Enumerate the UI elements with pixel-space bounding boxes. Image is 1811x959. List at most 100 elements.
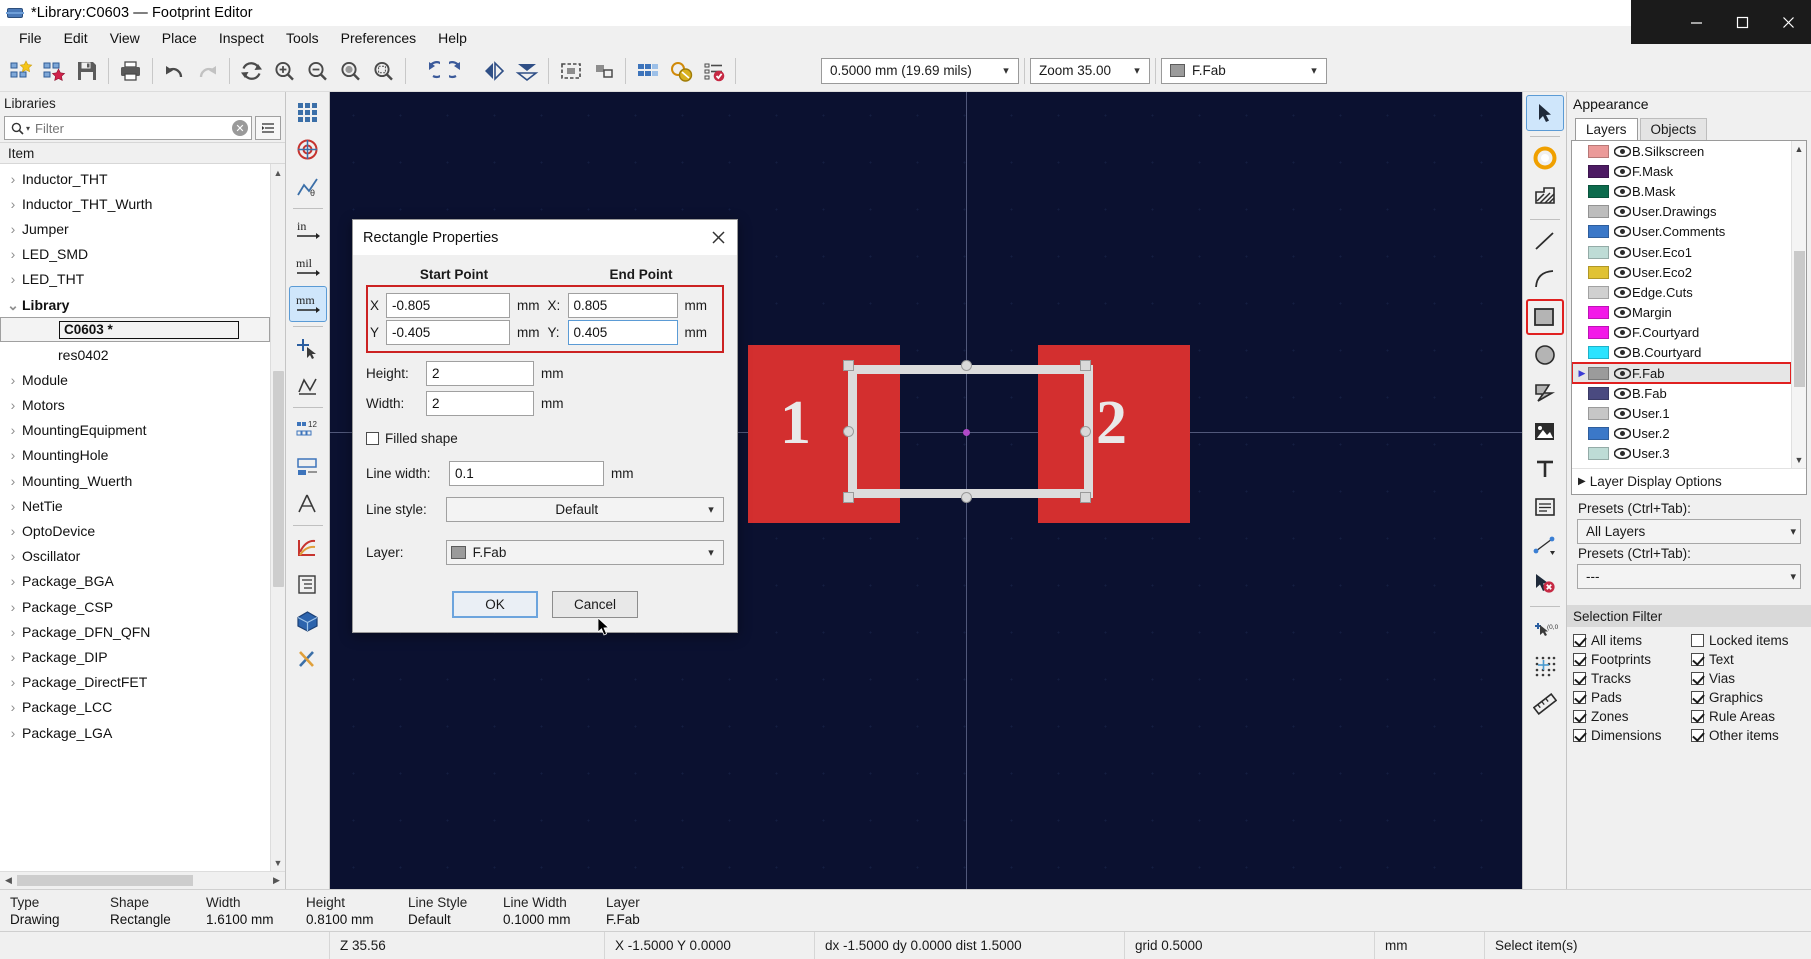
layer-color-swatch[interactable] bbox=[1588, 285, 1609, 299]
rotate-cw-icon[interactable] bbox=[444, 54, 477, 88]
footprint-tree-icon[interactable] bbox=[289, 566, 327, 602]
layer-row[interactable]: Margin bbox=[1572, 303, 1791, 323]
layer-color-swatch[interactable] bbox=[1588, 184, 1609, 198]
layers-scrollbar[interactable]: ▲ ▼ bbox=[1791, 141, 1806, 468]
selection-handle-mid-left[interactable] bbox=[843, 426, 854, 437]
redo-icon[interactable] bbox=[191, 54, 224, 88]
close-icon[interactable] bbox=[705, 225, 731, 251]
layer-row[interactable]: User.1 bbox=[1572, 403, 1791, 423]
selection-filter-item[interactable]: Vias bbox=[1691, 670, 1809, 687]
chevron-right-icon[interactable]: › bbox=[4, 221, 22, 237]
chevron-right-icon[interactable]: › bbox=[4, 171, 22, 187]
tree-item-group[interactable]: › NetTie bbox=[0, 493, 270, 518]
layer-visibility-eye-icon[interactable] bbox=[1612, 428, 1632, 440]
check-footprint-icon[interactable] bbox=[697, 54, 730, 88]
chevron-right-icon[interactable]: › bbox=[4, 372, 22, 388]
minimize-button[interactable] bbox=[1673, 0, 1719, 44]
layer-select[interactable]: F.Fab ▾ bbox=[445, 540, 724, 565]
end-x-input[interactable]: 0.805 bbox=[567, 293, 678, 318]
layer-color-swatch[interactable] bbox=[1588, 407, 1609, 421]
presets-select-2[interactable]: --- ▾ bbox=[1577, 564, 1801, 589]
tree-item-group[interactable]: › LED_SMD bbox=[0, 242, 270, 267]
libraries-tree[interactable]: › Inductor_THT › Inductor_THT_Wurth › Jumper ›… bbox=[0, 164, 270, 871]
graphic-outline-icon[interactable] bbox=[289, 529, 327, 565]
layer-row[interactable]: User.Drawings bbox=[1572, 202, 1791, 222]
grid-toggle-icon[interactable] bbox=[289, 94, 327, 130]
selection-filter-item[interactable]: Pads bbox=[1573, 689, 1691, 706]
footprint-properties-icon[interactable] bbox=[554, 54, 587, 88]
rotate-ccw-icon[interactable] bbox=[411, 54, 444, 88]
chevron-right-icon[interactable]: › bbox=[4, 624, 22, 640]
menu-file[interactable]: File bbox=[8, 28, 53, 48]
layer-visibility-eye-icon[interactable] bbox=[1612, 347, 1632, 359]
select-tool-icon[interactable] bbox=[1525, 95, 1564, 131]
units-mil-icon[interactable]: mil bbox=[289, 249, 327, 285]
layer-visibility-eye-icon[interactable] bbox=[1612, 286, 1632, 298]
tree-item-footprint[interactable]: ›C0603 * bbox=[0, 317, 270, 343]
layer-visibility-eye-icon[interactable] bbox=[1612, 408, 1632, 420]
selection-handle-mid-right[interactable] bbox=[1080, 426, 1091, 437]
chevron-right-icon[interactable]: › bbox=[4, 548, 22, 564]
add-line-icon[interactable] bbox=[1526, 223, 1564, 259]
selection-handle-top-right[interactable] bbox=[1080, 360, 1091, 371]
layer-row[interactable]: User.2 bbox=[1572, 424, 1791, 444]
chevron-right-icon[interactable]: › bbox=[4, 674, 22, 690]
add-text-icon[interactable] bbox=[1526, 451, 1564, 487]
layer-color-swatch[interactable] bbox=[1588, 366, 1609, 380]
tree-item-group[interactable]: › Module bbox=[0, 367, 270, 392]
menu-place[interactable]: Place bbox=[151, 28, 208, 48]
layer-row[interactable]: ▶ F.Fab bbox=[1572, 362, 1791, 385]
layer-visibility-eye-icon[interactable] bbox=[1612, 246, 1632, 258]
add-zone-icon[interactable] bbox=[1526, 178, 1564, 214]
print-icon[interactable] bbox=[114, 54, 147, 88]
layer-color-swatch[interactable] bbox=[1588, 447, 1609, 461]
checkbox[interactable] bbox=[1573, 710, 1586, 723]
layers-list[interactable]: B.Silkscreen F.Mask B.Mask User.Drawings Use… bbox=[1572, 141, 1806, 468]
menu-tools[interactable]: Tools bbox=[275, 28, 330, 48]
line-width-input[interactable]: 0.1 bbox=[449, 461, 604, 486]
layer-row[interactable]: User.Eco1 bbox=[1572, 242, 1791, 262]
add-dimension-icon[interactable] bbox=[1526, 527, 1564, 563]
checkbox[interactable] bbox=[1573, 634, 1586, 647]
start-y-input[interactable]: -0.405 bbox=[386, 320, 510, 345]
checkbox[interactable] bbox=[1691, 653, 1704, 666]
tree-item-group[interactable]: › OptoDevice bbox=[0, 518, 270, 543]
flip-horizontal-icon[interactable] bbox=[477, 54, 510, 88]
layer-color-swatch[interactable] bbox=[1588, 265, 1609, 279]
zoom-fit-icon[interactable] bbox=[334, 54, 367, 88]
fab-rectangle[interactable] bbox=[848, 365, 1093, 498]
ok-button[interactable]: OK bbox=[452, 591, 538, 618]
layer-color-swatch[interactable] bbox=[1588, 245, 1609, 259]
close-button[interactable] bbox=[1765, 0, 1811, 44]
expand-all-icon[interactable] bbox=[255, 116, 281, 140]
selection-filter-item[interactable]: Zones bbox=[1573, 708, 1691, 725]
chevron-right-icon[interactable]: › bbox=[4, 699, 22, 715]
undo-icon[interactable] bbox=[158, 54, 191, 88]
layer-row[interactable]: User.Comments bbox=[1572, 222, 1791, 242]
chevron-right-icon[interactable]: › bbox=[4, 599, 22, 615]
add-textbox-icon[interactable] bbox=[1526, 489, 1564, 525]
selection-filter-item[interactable]: Text bbox=[1691, 651, 1809, 668]
chevron-down-icon[interactable]: ⌄ bbox=[4, 298, 22, 312]
menu-view[interactable]: View bbox=[99, 28, 151, 48]
cancel-button[interactable]: Cancel bbox=[552, 591, 638, 618]
checkbox[interactable] bbox=[1573, 653, 1586, 666]
selection-filter-item[interactable]: Tracks bbox=[1573, 670, 1691, 687]
layer-color-swatch[interactable] bbox=[1588, 164, 1609, 178]
menu-preferences[interactable]: Preferences bbox=[330, 28, 427, 48]
layer-row[interactable]: User.Eco2 bbox=[1572, 262, 1791, 282]
layer-row[interactable]: B.Courtyard bbox=[1572, 343, 1791, 363]
menu-help[interactable]: Help bbox=[427, 28, 478, 48]
layer-color-swatch[interactable] bbox=[1588, 225, 1609, 239]
filter-input-wrapper[interactable]: ▾ ✕ bbox=[4, 116, 252, 140]
checkbox[interactable] bbox=[1691, 729, 1704, 742]
default-pad-properties-icon[interactable] bbox=[587, 54, 620, 88]
checkbox[interactable] bbox=[1691, 691, 1704, 704]
3d-viewer-icon[interactable] bbox=[289, 603, 327, 639]
tree-item-group[interactable]: › Package_LCC bbox=[0, 695, 270, 720]
layer-visibility-eye-icon[interactable] bbox=[1612, 387, 1632, 399]
measure-icon[interactable] bbox=[1526, 686, 1564, 722]
new-footprint-icon[interactable] bbox=[4, 54, 37, 88]
tree-item-group[interactable]: › Inductor_THT bbox=[0, 166, 270, 191]
selection-filter-item[interactable]: All items bbox=[1573, 632, 1691, 649]
